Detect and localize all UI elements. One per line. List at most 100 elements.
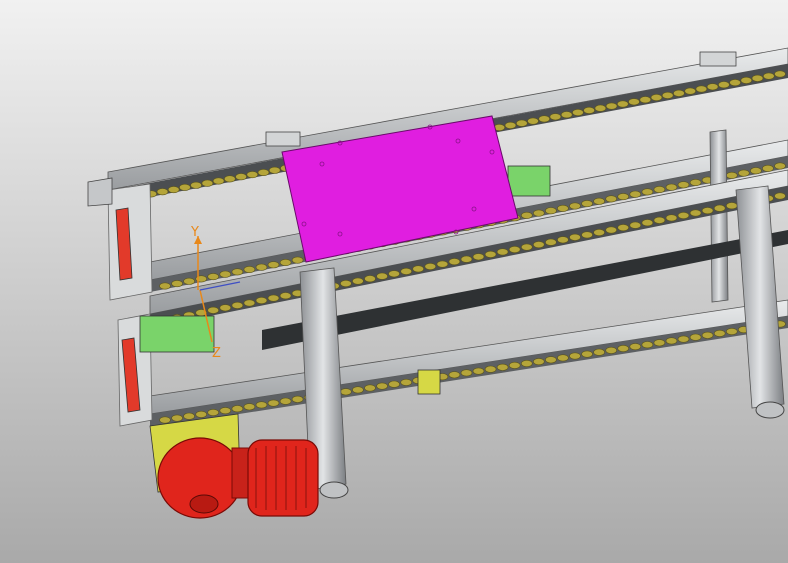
roller xyxy=(267,399,280,407)
roller xyxy=(725,171,738,179)
roller xyxy=(689,179,702,187)
roller xyxy=(639,96,652,104)
roller xyxy=(448,258,461,266)
roller xyxy=(340,279,352,287)
roller xyxy=(219,407,232,415)
roller xyxy=(388,270,400,278)
roller xyxy=(617,193,630,201)
roller xyxy=(673,89,685,97)
roller xyxy=(527,117,539,125)
roller xyxy=(159,282,171,290)
roller xyxy=(515,119,528,127)
cad-viewport[interactable] xyxy=(0,0,788,563)
roller xyxy=(695,85,708,93)
roller xyxy=(593,229,605,237)
roller xyxy=(436,260,449,268)
roller xyxy=(376,272,388,280)
roller xyxy=(243,299,256,307)
roller xyxy=(201,179,214,187)
roller xyxy=(352,277,364,285)
roller xyxy=(532,241,545,249)
roller xyxy=(751,74,764,82)
roller xyxy=(532,358,545,366)
roller xyxy=(665,337,678,345)
roller xyxy=(538,115,551,123)
roller xyxy=(508,361,521,369)
roller xyxy=(243,265,256,273)
roller xyxy=(737,169,750,177)
roller xyxy=(581,350,593,358)
roller xyxy=(255,401,268,409)
roller xyxy=(159,416,171,424)
roller xyxy=(376,382,388,390)
roller xyxy=(713,204,726,212)
roller xyxy=(729,79,741,87)
roller xyxy=(279,292,292,300)
roller xyxy=(762,164,774,172)
roller xyxy=(569,202,581,210)
roller xyxy=(496,248,509,256)
roller xyxy=(617,344,630,352)
roller xyxy=(572,109,584,117)
top-clamp-1 xyxy=(265,131,301,147)
roller xyxy=(183,277,195,285)
roller xyxy=(520,211,533,219)
roller xyxy=(212,177,225,185)
roller xyxy=(557,354,569,362)
roller xyxy=(400,378,413,386)
green-bracket-lower xyxy=(139,315,215,353)
roller xyxy=(400,267,413,275)
roller xyxy=(725,202,738,210)
roller xyxy=(219,270,232,278)
roller xyxy=(725,327,738,335)
roller xyxy=(267,294,280,302)
roller xyxy=(268,166,281,174)
roller xyxy=(255,296,268,304)
roller xyxy=(594,104,607,112)
roller xyxy=(774,192,786,200)
roller xyxy=(653,186,666,194)
roller xyxy=(183,412,195,420)
roller xyxy=(684,87,697,95)
roller xyxy=(448,371,461,379)
roller xyxy=(412,265,425,273)
roller xyxy=(291,395,304,403)
roller xyxy=(224,175,236,183)
roller xyxy=(291,256,304,264)
roller xyxy=(460,255,473,263)
roller xyxy=(388,380,400,388)
roller xyxy=(661,91,674,99)
roller xyxy=(665,214,678,222)
roller xyxy=(207,306,219,314)
roller xyxy=(605,102,618,110)
roller xyxy=(255,263,268,271)
roller xyxy=(557,236,569,244)
roller xyxy=(257,169,270,177)
roller xyxy=(689,333,702,341)
roller xyxy=(190,181,202,189)
green-bracket-upper xyxy=(507,165,551,197)
roller xyxy=(267,261,280,269)
roller xyxy=(231,268,244,276)
roller xyxy=(605,226,618,234)
roller xyxy=(545,238,557,246)
roller xyxy=(235,173,247,181)
roller xyxy=(569,233,581,241)
roller xyxy=(581,231,593,239)
roller xyxy=(616,100,629,108)
roller xyxy=(219,304,232,312)
roller xyxy=(557,204,569,212)
roller xyxy=(605,195,618,203)
triad-z-label: Z xyxy=(212,346,221,361)
roller xyxy=(605,346,618,354)
roller xyxy=(246,171,259,179)
roller xyxy=(628,98,640,106)
roller xyxy=(677,181,690,189)
roller xyxy=(653,216,666,224)
roller xyxy=(701,207,714,215)
roller xyxy=(520,243,533,251)
roller xyxy=(545,356,557,364)
roller xyxy=(593,348,605,356)
roller xyxy=(641,341,654,349)
roller xyxy=(653,339,666,347)
